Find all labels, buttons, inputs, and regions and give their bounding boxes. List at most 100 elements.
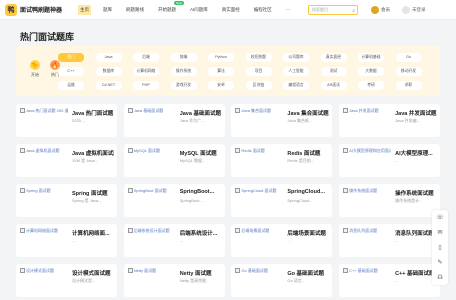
nav-item-1[interactable]: 题库 xyxy=(101,5,114,15)
category-tag[interactable]: 校招热题 xyxy=(245,53,272,62)
card-title[interactable]: C++ 基础面试题 xyxy=(395,269,437,277)
category-tag[interactable]: 测试 xyxy=(320,67,347,76)
nav-item-7[interactable]: ··· xyxy=(284,5,293,14)
card-title[interactable]: MySQL 面试题 xyxy=(180,149,222,157)
card-title[interactable]: 计算机网络面... xyxy=(72,229,114,237)
card-title[interactable]: SpringCloud... xyxy=(287,189,329,195)
question-bank-card[interactable]: Java 并发面试题 Java 并发面试题 Java 并发编... xyxy=(339,104,441,137)
question-bank-card[interactable]: Redis 面试题 Redis 面试题 Redis 是目前... xyxy=(231,144,333,177)
card-title[interactable]: Go 基础面试题 xyxy=(287,269,329,277)
question-bank-card[interactable]: SpringBoot 面试题 SpringBoot... SpringBoot... xyxy=(123,184,225,217)
card-title[interactable]: Netty 面试题 xyxy=(180,269,222,277)
card-title[interactable]: Java 集合面试题 xyxy=(287,109,329,117)
nav-item-3[interactable]: 开始题题 New xyxy=(156,0,184,15)
category-tag[interactable]: 区块链 xyxy=(245,81,272,90)
bookmark-icon[interactable]: ▯ xyxy=(438,244,441,251)
question-bank-card[interactable]: 设计模式面试题 设计模式面试题 设计模式是... xyxy=(16,264,117,297)
brand-name[interactable]: 面试鸭刷题神器 xyxy=(20,5,70,14)
card-title[interactable]: 设计模式面试题 xyxy=(72,269,114,277)
card-title[interactable]: 后端系统设计... xyxy=(180,229,222,237)
question-bank-card[interactable]: Spring 面试题 Spring 面试题 Spring 是 Java... xyxy=(16,184,117,217)
nav-item-2[interactable]: 刷题路线 xyxy=(124,5,146,15)
question-bank-card[interactable]: Java 集合面试题 Java 集合面试题 Java 集合框... xyxy=(231,104,333,137)
question-bank-card[interactable]: Java 虚拟机面试题Java 虚拟机面试题JVM 是 Java... xyxy=(16,144,117,177)
category-tag[interactable]: PHP xyxy=(133,81,159,90)
logo[interactable]: 鸭 xyxy=(5,3,17,16)
broken-image-icon xyxy=(343,148,349,153)
question-bank-card[interactable]: Netty 面试题 Netty 面试题 Netty 是高性能... xyxy=(123,264,225,297)
card-title[interactable]: Redis 面试题 xyxy=(287,149,329,157)
broken-image-icon xyxy=(235,188,241,193)
category-tag[interactable]: 大数据 xyxy=(358,67,384,76)
category-tag[interactable]: 前端 xyxy=(170,53,197,62)
card-desc: SpringBoot... xyxy=(179,198,203,203)
category-tag[interactable]: 安卓 xyxy=(208,81,234,90)
category-tag[interactable]: Python xyxy=(208,53,234,62)
headset-icon[interactable]: ☊ xyxy=(437,274,442,281)
question-bank-card[interactable]: 操作系统面试题 操作系统面试题 操作系统是计... xyxy=(339,184,441,217)
nav-item-6[interactable]: 编程社区 xyxy=(252,5,274,15)
nav-item-5[interactable]: 真实面经 xyxy=(220,5,242,15)
question-bank-card[interactable]: 后端场景面试题 后端场景面试题... xyxy=(231,224,333,257)
card-image-alt: Java 虚拟机面试题 xyxy=(26,148,60,153)
category-tag[interactable]: AR面试 xyxy=(320,81,347,90)
question-bank-card[interactable]: 消息队列面试题 消息队列面试题... xyxy=(339,224,441,257)
card-title[interactable]: Java 热门面试题 xyxy=(72,109,114,117)
category-tag[interactable]: 数据库 xyxy=(95,67,122,76)
new-badge: New xyxy=(173,0,184,5)
card-title[interactable]: Java 并发面试题 xyxy=(395,109,437,117)
category-tag[interactable]: Java xyxy=(95,53,122,62)
question-bank-card[interactable]: Go 基础面试题 Go 基础面试题 Go 语言... xyxy=(231,264,333,297)
question-bank-card[interactable]: AI大模型原理和应用面试题AI大模型原理...... xyxy=(339,144,441,177)
category-tag[interactable]: 运维 xyxy=(58,81,84,90)
category-tag[interactable]: 热门 xyxy=(58,53,84,62)
card-image-alt: Java 并发面试题 xyxy=(349,108,379,113)
card-title[interactable]: Spring 面试题 xyxy=(72,189,114,197)
card-title[interactable]: AI大模型原理... xyxy=(395,149,437,157)
card-title[interactable]: 后端场景面试题 xyxy=(287,229,329,237)
avatar xyxy=(402,6,410,14)
card-title[interactable]: 消息队列面试题 xyxy=(395,229,437,237)
category-tag[interactable]: 人工智能 xyxy=(283,67,309,76)
category-tag[interactable]: 计算机网络 xyxy=(133,67,159,76)
category-tag[interactable]: 游戏开发 xyxy=(170,81,197,90)
card-image-alt: Java 基础面试题 xyxy=(133,108,164,113)
category-tag[interactable]: 操作系统 xyxy=(170,67,197,76)
category-tag[interactable]: C#.NET xyxy=(95,81,122,90)
category-tag[interactable]: 计算机基础 xyxy=(358,53,384,62)
search-input[interactable]: 搜索题目 ⌕ xyxy=(308,5,358,15)
question-bank-card[interactable]: SpringCloud 面试题 SpringCloud... SpringCloud… xyxy=(231,184,333,217)
search-icon[interactable]: ⌕ xyxy=(352,7,355,15)
wechat-icon[interactable]: ✉ xyxy=(437,229,442,236)
category-tag[interactable]: 编程语言 xyxy=(283,81,309,90)
question-bank-card[interactable]: Java 热门面试题 200 道 Java 热门面试题 2025 ... xyxy=(16,104,117,137)
question-bank-card[interactable]: C++ 基础面试题 C++ 基础面试题... xyxy=(339,264,441,297)
question-bank-card[interactable]: Java 基础面试题 Java 基础面试题 Java 作为广... xyxy=(123,104,225,137)
edit-icon[interactable]: ✎ xyxy=(437,259,442,266)
category-tag[interactable]: 算法 xyxy=(208,67,234,76)
user-login[interactable]: 未登录 xyxy=(402,6,426,14)
card-title[interactable]: SpringBoot... xyxy=(180,189,222,195)
card-title[interactable]: Java 虚拟机面试题 xyxy=(72,149,114,157)
category-tag[interactable]: 求职 xyxy=(395,81,422,90)
category-tag[interactable]: 考研 xyxy=(358,81,384,90)
question-bank-card[interactable]: 后端系统设计面试题 后端系统设计...... xyxy=(123,224,225,257)
card-title[interactable]: 操作系统面试题 xyxy=(395,189,437,197)
vip-link[interactable]: 会员 xyxy=(371,6,390,14)
category-tag[interactable]: 移动开发 xyxy=(395,67,422,76)
question-bank-card[interactable]: MySQL 面试题 MySQL 面试题 MySQL 数据... xyxy=(123,144,225,177)
nav-item-4[interactable]: AI问题库 xyxy=(188,5,210,15)
category-tag[interactable]: 项目 xyxy=(245,67,272,76)
category-tag[interactable]: Go xyxy=(395,53,422,62)
category-tag[interactable]: 公司题库 xyxy=(283,53,309,62)
category-tag[interactable]: 真实面经 xyxy=(320,53,347,62)
question-bank-card[interactable]: 计算机网络面试题 计算机网络面...... xyxy=(16,224,117,257)
card-image: Netty 面试题 xyxy=(127,268,176,293)
category-tag[interactable]: C++ xyxy=(58,67,84,76)
quick-start[interactable]: 🐤 开始 xyxy=(30,60,40,78)
card-title[interactable]: Java 基础面试题 xyxy=(180,109,222,117)
customer-service-icon[interactable]: ☏ xyxy=(436,214,444,221)
category-tag[interactable]: 后端 xyxy=(133,53,159,62)
card-image: C++ 基础面试题 xyxy=(343,268,391,293)
nav-item-0[interactable]: 主页 xyxy=(78,4,91,15)
